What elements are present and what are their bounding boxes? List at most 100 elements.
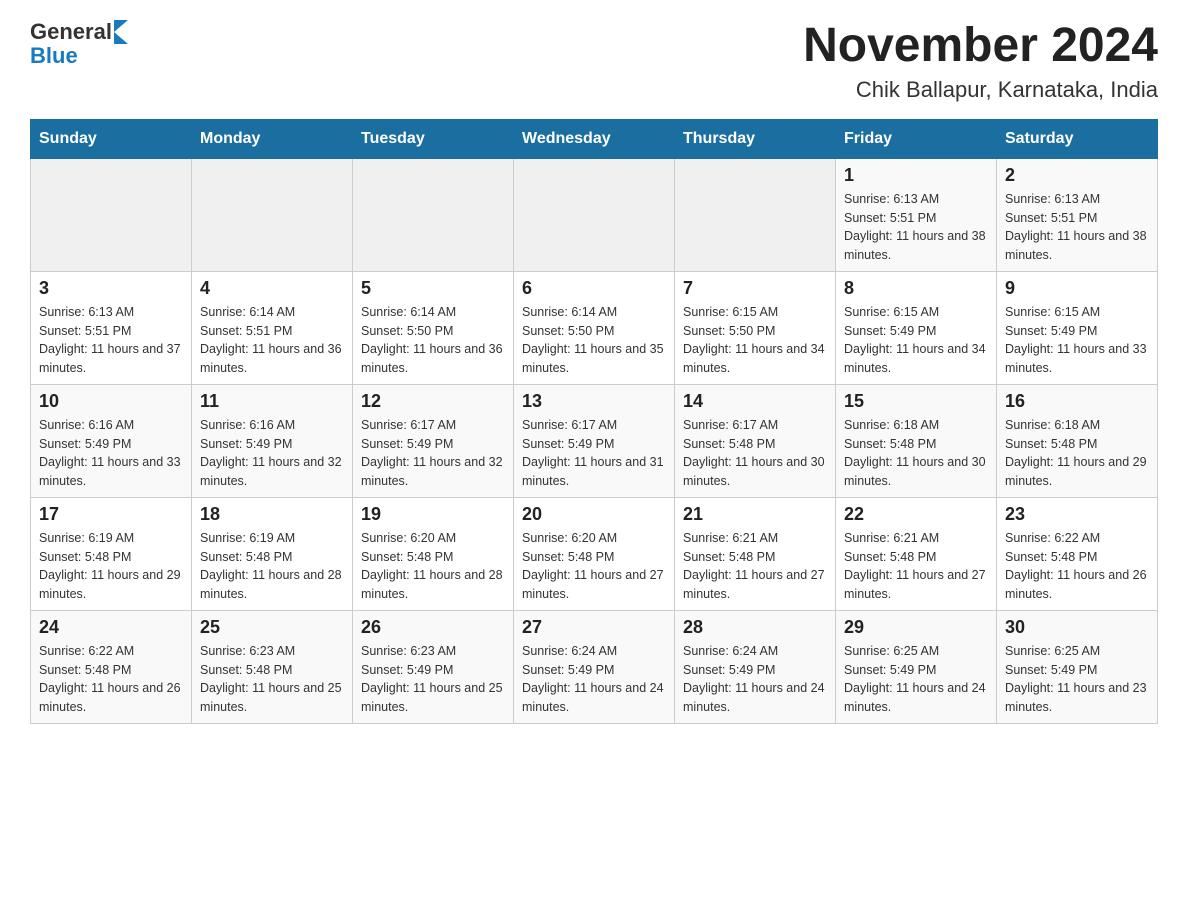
- day-info: Sunrise: 6:13 AMSunset: 5:51 PMDaylight:…: [844, 190, 988, 265]
- week-row-2: 3 Sunrise: 6:13 AMSunset: 5:51 PMDaylight…: [31, 271, 1158, 384]
- day-number: 6: [522, 278, 666, 299]
- day-number: 27: [522, 617, 666, 638]
- day-number: 3: [39, 278, 183, 299]
- week-row-5: 24Sunrise: 6:22 AMSunset: 5:48 PMDayligh…: [31, 610, 1158, 723]
- day-cell: 20 Sunrise: 6:20 AMSunset: 5:48 PMDayligh…: [514, 497, 675, 610]
- day-info: Sunrise: 6:14 AMSunset: 5:50 PMDaylight:…: [361, 303, 505, 378]
- day-info: Sunrise: 6:17 AMSunset: 5:48 PMDaylight:…: [683, 416, 827, 491]
- day-info: Sunrise: 6:23 AMSunset: 5:48 PMDaylight:…: [200, 642, 344, 717]
- day-cell: 7Sunrise: 6:15 AMSunset: 5:50 PMDaylight…: [675, 271, 836, 384]
- day-info: Sunrise: 6:24 AMSunset: 5:49 PMDaylight:…: [522, 642, 666, 717]
- title-block: November 2024 Chik Ballapur, Karnataka, …: [803, 20, 1158, 103]
- day-cell: 25 Sunrise: 6:23 AMSunset: 5:48 PMDayligh…: [192, 610, 353, 723]
- day-number: 21: [683, 504, 827, 525]
- header-cell-sunday: Sunday: [31, 119, 192, 158]
- day-number: 25: [200, 617, 344, 638]
- page-header: General Blue November 2024 Chik Ballapur…: [30, 20, 1158, 103]
- day-cell: 13 Sunrise: 6:17 AMSunset: 5:49 PMDayligh…: [514, 384, 675, 497]
- day-info: Sunrise: 6:22 AMSunset: 5:48 PMDaylight:…: [39, 642, 183, 717]
- day-cell: 4 Sunrise: 6:14 AMSunset: 5:51 PMDaylight…: [192, 271, 353, 384]
- day-number: 16: [1005, 391, 1149, 412]
- day-info: Sunrise: 6:19 AMSunset: 5:48 PMDaylight:…: [39, 529, 183, 604]
- day-number: 10: [39, 391, 183, 412]
- day-number: 13: [522, 391, 666, 412]
- header-cell-saturday: Saturday: [997, 119, 1158, 158]
- day-cell: 8 Sunrise: 6:15 AMSunset: 5:49 PMDaylight…: [836, 271, 997, 384]
- calendar-body: 1Sunrise: 6:13 AMSunset: 5:51 PMDaylight…: [31, 158, 1158, 723]
- day-cell: 2Sunrise: 6:13 AMSunset: 5:51 PMDaylight…: [997, 158, 1158, 271]
- day-number: 11: [200, 391, 344, 412]
- header-cell-monday: Monday: [192, 119, 353, 158]
- day-cell: 1Sunrise: 6:13 AMSunset: 5:51 PMDaylight…: [836, 158, 997, 271]
- day-info: Sunrise: 6:20 AMSunset: 5:48 PMDaylight:…: [361, 529, 505, 604]
- week-row-1: 1Sunrise: 6:13 AMSunset: 5:51 PMDaylight…: [31, 158, 1158, 271]
- day-cell: 26 Sunrise: 6:23 AMSunset: 5:49 PMDayligh…: [353, 610, 514, 723]
- logo-general-text: General: [30, 20, 112, 44]
- day-cell: 19 Sunrise: 6:20 AMSunset: 5:48 PMDayligh…: [353, 497, 514, 610]
- day-cell: 22 Sunrise: 6:21 AMSunset: 5:48 PMDayligh…: [836, 497, 997, 610]
- day-cell: 27 Sunrise: 6:24 AMSunset: 5:49 PMDayligh…: [514, 610, 675, 723]
- day-info: Sunrise: 6:21 AMSunset: 5:48 PMDaylight:…: [683, 529, 827, 604]
- day-info: Sunrise: 6:17 AMSunset: 5:49 PMDaylight:…: [361, 416, 505, 491]
- day-info: Sunrise: 6:18 AMSunset: 5:48 PMDaylight:…: [1005, 416, 1149, 491]
- day-cell: [192, 158, 353, 271]
- day-number: 14: [683, 391, 827, 412]
- logo: General Blue: [30, 20, 128, 68]
- day-number: 22: [844, 504, 988, 525]
- day-cell: [31, 158, 192, 271]
- day-number: 8: [844, 278, 988, 299]
- header-cell-tuesday: Tuesday: [353, 119, 514, 158]
- day-number: 17: [39, 504, 183, 525]
- header-cell-wednesday: Wednesday: [514, 119, 675, 158]
- day-number: 26: [361, 617, 505, 638]
- day-info: Sunrise: 6:18 AMSunset: 5:48 PMDaylight:…: [844, 416, 988, 491]
- day-info: Sunrise: 6:13 AMSunset: 5:51 PMDaylight:…: [39, 303, 183, 378]
- day-number: 23: [1005, 504, 1149, 525]
- day-info: Sunrise: 6:20 AMSunset: 5:48 PMDaylight:…: [522, 529, 666, 604]
- day-info: Sunrise: 6:15 AMSunset: 5:49 PMDaylight:…: [844, 303, 988, 378]
- day-cell: 16 Sunrise: 6:18 AMSunset: 5:48 PMDayligh…: [997, 384, 1158, 497]
- logo-blue-text: Blue: [30, 44, 78, 68]
- day-info: Sunrise: 6:25 AMSunset: 5:49 PMDaylight:…: [1005, 642, 1149, 717]
- day-info: Sunrise: 6:22 AMSunset: 5:48 PMDaylight:…: [1005, 529, 1149, 604]
- day-info: Sunrise: 6:23 AMSunset: 5:49 PMDaylight:…: [361, 642, 505, 717]
- day-info: Sunrise: 6:17 AMSunset: 5:49 PMDaylight:…: [522, 416, 666, 491]
- day-cell: 12Sunrise: 6:17 AMSunset: 5:49 PMDayligh…: [353, 384, 514, 497]
- day-cell: 28 Sunrise: 6:24 AMSunset: 5:49 PMDayligh…: [675, 610, 836, 723]
- day-cell: 30Sunrise: 6:25 AMSunset: 5:49 PMDayligh…: [997, 610, 1158, 723]
- page-title: November 2024: [803, 20, 1158, 73]
- day-cell: 3 Sunrise: 6:13 AMSunset: 5:51 PMDaylight…: [31, 271, 192, 384]
- day-cell: 17 Sunrise: 6:19 AMSunset: 5:48 PMDayligh…: [31, 497, 192, 610]
- week-row-3: 10 Sunrise: 6:16 AMSunset: 5:49 PMDayligh…: [31, 384, 1158, 497]
- day-number: 20: [522, 504, 666, 525]
- day-cell: 5 Sunrise: 6:14 AMSunset: 5:50 PMDaylight…: [353, 271, 514, 384]
- day-cell: 29 Sunrise: 6:25 AMSunset: 5:49 PMDayligh…: [836, 610, 997, 723]
- week-row-4: 17 Sunrise: 6:19 AMSunset: 5:48 PMDayligh…: [31, 497, 1158, 610]
- day-info: Sunrise: 6:25 AMSunset: 5:49 PMDaylight:…: [844, 642, 988, 717]
- day-cell: 18 Sunrise: 6:19 AMSunset: 5:48 PMDayligh…: [192, 497, 353, 610]
- day-info: Sunrise: 6:16 AMSunset: 5:49 PMDaylight:…: [39, 416, 183, 491]
- day-info: Sunrise: 6:21 AMSunset: 5:48 PMDaylight:…: [844, 529, 988, 604]
- day-info: Sunrise: 6:19 AMSunset: 5:48 PMDaylight:…: [200, 529, 344, 604]
- day-number: 5: [361, 278, 505, 299]
- day-number: 28: [683, 617, 827, 638]
- day-cell: 9Sunrise: 6:15 AMSunset: 5:49 PMDaylight…: [997, 271, 1158, 384]
- day-info: Sunrise: 6:24 AMSunset: 5:49 PMDaylight:…: [683, 642, 827, 717]
- day-cell: [514, 158, 675, 271]
- day-cell: [675, 158, 836, 271]
- header-cell-friday: Friday: [836, 119, 997, 158]
- day-cell: 24Sunrise: 6:22 AMSunset: 5:48 PMDayligh…: [31, 610, 192, 723]
- day-number: 18: [200, 504, 344, 525]
- day-number: 2: [1005, 165, 1149, 186]
- day-info: Sunrise: 6:14 AMSunset: 5:51 PMDaylight:…: [200, 303, 344, 378]
- day-info: Sunrise: 6:16 AMSunset: 5:49 PMDaylight:…: [200, 416, 344, 491]
- day-info: Sunrise: 6:15 AMSunset: 5:49 PMDaylight:…: [1005, 303, 1149, 378]
- header-row: SundayMondayTuesdayWednesdayThursdayFrid…: [31, 119, 1158, 158]
- day-number: 4: [200, 278, 344, 299]
- day-info: Sunrise: 6:15 AMSunset: 5:50 PMDaylight:…: [683, 303, 827, 378]
- day-number: 29: [844, 617, 988, 638]
- day-number: 15: [844, 391, 988, 412]
- day-cell: 10 Sunrise: 6:16 AMSunset: 5:49 PMDayligh…: [31, 384, 192, 497]
- day-number: 19: [361, 504, 505, 525]
- day-cell: 21 Sunrise: 6:21 AMSunset: 5:48 PMDayligh…: [675, 497, 836, 610]
